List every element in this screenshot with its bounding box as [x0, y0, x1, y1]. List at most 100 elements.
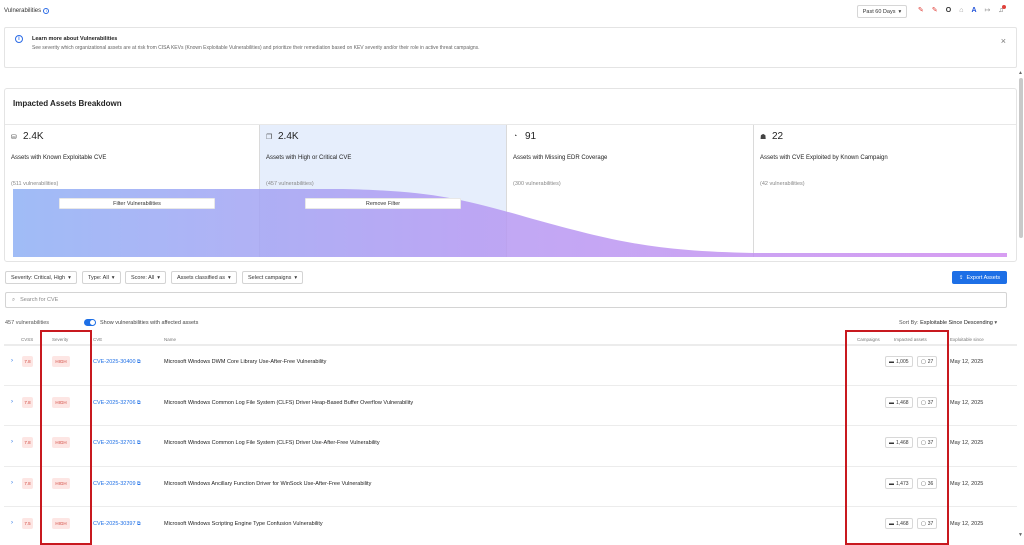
exploitable-since-date: May 12, 2025 [950, 359, 984, 365]
cve-cell[interactable]: CVE-2025-30400 ⧉ [93, 359, 141, 365]
column-header-cve[interactable]: CVE [93, 337, 102, 342]
breakdown-count: (511 vulnerabilities) [11, 181, 59, 187]
sort-prefix: Sort By: [899, 320, 919, 326]
period-select-value: Past 60 Days [862, 8, 896, 15]
page-scrollbar[interactable]: ▲ ▼ [1018, 70, 1024, 540]
cve-cell[interactable]: CVE-2025-30397 ⧉ [93, 521, 141, 527]
assets-classified-filter[interactable]: Assets classified as ▾ [171, 271, 237, 284]
breakdown-count: (42 vulnerabilities) [760, 181, 805, 187]
layers-icon: ❐ [266, 134, 273, 141]
chevron-down-icon: ▾ [994, 320, 998, 326]
alert-secondary-icon[interactable]: ✎ [932, 6, 938, 16]
cvss-score: 7.8 [22, 397, 33, 408]
external-link-icon[interactable]: ⧉ [137, 440, 141, 446]
cve-link[interactable]: CVE-2025-32701 [93, 440, 136, 446]
chevron-down-icon: ▾ [228, 274, 231, 281]
campaigns-filter-label: Select campaigns [248, 274, 292, 281]
export-assets-button[interactable]: ⇪ Export Assets [952, 271, 1007, 284]
column-header-exploitable-since[interactable]: Exploitable since [950, 337, 984, 342]
chevron-down-icon: ▾ [68, 274, 71, 281]
period-select[interactable]: Past 60 Days ▾ [857, 5, 907, 18]
expand-row-icon[interactable]: › [11, 439, 13, 445]
cve-link[interactable]: CVE-2025-32709 [93, 481, 136, 487]
bell-icon[interactable]: ♫ [998, 5, 1006, 16]
scroll-down-icon[interactable]: ▼ [1018, 532, 1023, 538]
asset-icon: ⛁ [11, 134, 17, 141]
cvss-score: 7.8 [22, 356, 33, 367]
external-link-icon[interactable]: ⧉ [137, 400, 141, 406]
filter-vulnerabilities-button[interactable]: Filter Vulnerabilities [59, 198, 215, 209]
sort-control[interactable]: Sort By: Exploitable Since Descending ▾ [899, 320, 997, 326]
column-header-name[interactable]: Name [164, 337, 176, 342]
banner-title[interactable]: Learn more about Vulnerabilities [32, 36, 117, 42]
cve-link[interactable]: CVE-2025-30400 [93, 359, 136, 365]
app-o-icon[interactable]: O [946, 6, 951, 16]
score-filter-label: Score: All [131, 274, 155, 281]
external-link-icon[interactable]: ⧉ [137, 359, 141, 365]
vulnerability-name: Microsoft Windows Common Log File System… [164, 400, 414, 406]
alert-icon[interactable]: ✎ [918, 6, 924, 16]
logout-icon[interactable]: ↦ [985, 6, 991, 16]
close-icon[interactable]: × [1001, 36, 1006, 46]
affected-assets-toggle[interactable] [84, 319, 96, 326]
type-filter[interactable]: Type: All ▾ [82, 271, 121, 284]
vulnerability-name: Microsoft Windows Ancillary Function Dri… [164, 481, 372, 487]
expand-row-icon[interactable]: › [11, 399, 13, 405]
scrollbar-thumb[interactable] [1019, 78, 1023, 238]
breakdown-label: Assets with CVE Exploited by Known Campa… [760, 155, 888, 161]
remove-filter-button[interactable]: Remove Filter [305, 198, 461, 209]
top-bar: Vulnerabilities i Past 60 Days ▾ ✎ ✎ O ⌂… [0, 0, 1016, 24]
cve-link[interactable]: CVE-2025-30397 [93, 521, 136, 527]
lock-icon[interactable]: ⌂ [959, 6, 963, 16]
severity-filter[interactable]: Severity: Critical, High ▾ [5, 271, 77, 284]
cve-cell[interactable]: CVE-2025-32709 ⧉ [93, 481, 141, 487]
chevron-down-icon: ▾ [157, 274, 160, 281]
azure-icon[interactable]: A [971, 6, 976, 16]
vulnerability-name: Microsoft Windows Common Log File System… [164, 440, 380, 446]
campaigns-filter[interactable]: Select campaigns ▾ [242, 271, 304, 284]
assets-classified-filter-label: Assets classified as [177, 274, 225, 281]
chevron-down-icon: ▾ [111, 274, 115, 281]
breakdown-value: 2.4K [278, 131, 299, 142]
severity-filter-label: Severity: Critical, High [11, 274, 66, 281]
export-assets-label: Export Assets [966, 274, 1001, 281]
search-icon: ⌕ [12, 296, 16, 303]
exploitable-since-date: May 12, 2025 [950, 400, 984, 406]
search-input[interactable]: Search for CVE [20, 297, 58, 303]
severity-column-highlight [40, 330, 92, 545]
cve-cell[interactable]: CVE-2025-32701 ⧉ [93, 440, 141, 446]
score-filter[interactable]: Score: All ▾ [125, 271, 166, 284]
cve-link[interactable]: CVE-2025-32706 [93, 400, 136, 406]
column-header-cvss[interactable]: CVSS [21, 337, 33, 342]
sort-value: Exploitable Since Descending [920, 320, 993, 326]
cvss-score: 7.8 [22, 437, 33, 448]
cve-cell[interactable]: CVE-2025-32706 ⧉ [93, 400, 141, 406]
expand-row-icon[interactable]: › [11, 520, 13, 526]
exploitable-since-date: May 12, 2025 [950, 440, 984, 446]
vulnerability-count: 457 vulnerabilities [5, 320, 50, 326]
breakdown-count: (457 vulnerabilities) [266, 181, 314, 187]
breakdown-value: 22 [772, 131, 784, 142]
breakdown-value: 91 [525, 131, 537, 142]
cve-search[interactable]: ⌕ Search for CVE [5, 292, 1007, 308]
info-banner: i Learn more about Vulnerabilities See s… [4, 27, 1017, 68]
page-title-group: Vulnerabilities i [4, 8, 50, 14]
vulnerability-name: Microsoft Windows DWM Core Library Use-A… [164, 359, 327, 365]
chevron-down-icon: ▾ [898, 8, 902, 15]
scroll-up-icon[interactable]: ▲ [1018, 70, 1023, 76]
top-icon-bar: ✎ ✎ O ⌂ A ↦ ♫ [918, 5, 1006, 16]
chevron-down-icon: ▾ [294, 274, 298, 281]
cvss-score: 7.8 [22, 478, 33, 489]
shield-icon: ◔ [513, 133, 518, 140]
breakdown-label: Assets with High or Critical CVE [266, 155, 352, 161]
type-filter-label: Type: All [88, 274, 109, 281]
expand-row-icon[interactable]: › [11, 480, 13, 486]
export-icon: ⇪ [958, 274, 964, 281]
external-link-icon[interactable]: ⧉ [137, 521, 141, 527]
impacted-assets-breakdown: Impacted Assets Breakdown ⛁ 2.4K Assets … [4, 88, 1017, 262]
info-circle-icon: i [15, 35, 23, 43]
expand-row-icon[interactable]: › [11, 358, 13, 364]
breakdown-value: 2.4K [23, 131, 44, 142]
external-link-icon[interactable]: ⧉ [137, 481, 141, 487]
info-icon[interactable]: i [43, 8, 50, 14]
